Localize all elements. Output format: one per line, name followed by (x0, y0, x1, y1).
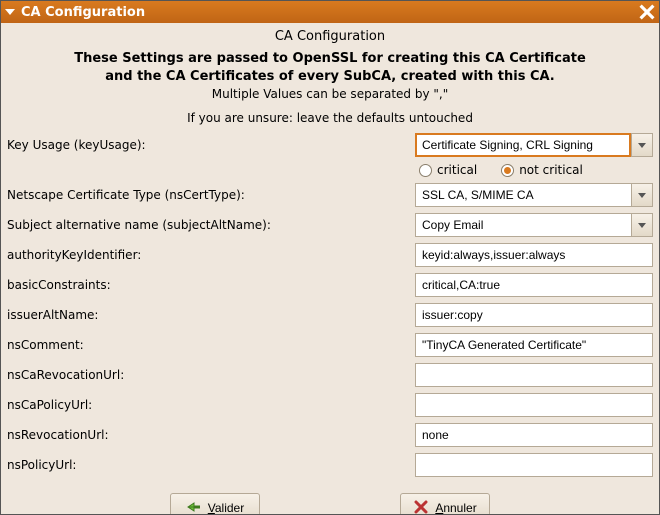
unsure-hint: If you are unsure: leave the defaults un… (7, 111, 653, 125)
label-basic-constraints: basicConstraints: (7, 278, 407, 292)
chevron-down-icon (638, 223, 646, 228)
ns-revocation-url-input[interactable] (415, 423, 653, 447)
subject-alt-name-dropdown-button[interactable] (631, 213, 653, 237)
window-menu-icon[interactable] (5, 9, 15, 15)
ns-cert-type-input[interactable] (415, 183, 631, 207)
dialog-content: CA Configuration These Settings are pass… (1, 23, 659, 514)
apply-icon (186, 499, 202, 514)
subject-alt-name-input[interactable] (415, 213, 631, 237)
issuer-alt-name-input[interactable] (415, 303, 653, 327)
label-ns-ca-revocation-url: nsCaRevocationUrl: (7, 368, 407, 382)
label-ns-revocation-url: nsRevocationUrl: (7, 428, 407, 442)
label-ns-cert-type: Netscape Certificate Type (nsCertType): (7, 188, 407, 202)
intro-sub: Multiple Values can be separated by "," (7, 87, 653, 101)
ns-comment-input[interactable] (415, 333, 653, 357)
ns-ca-policy-url-input[interactable] (415, 393, 653, 417)
label-ns-ca-policy-url: nsCaPolicyUrl: (7, 398, 407, 412)
window-title: CA Configuration (21, 5, 639, 20)
button-bar: Valider Annuler (7, 489, 653, 514)
basic-constraints-input[interactable] (415, 273, 653, 297)
radio-critical-label: critical (437, 163, 477, 177)
subject-alt-name-combo[interactable] (415, 213, 653, 237)
cancel-icon (413, 499, 429, 514)
cancel-label: Annuler (435, 501, 476, 514)
label-ns-comment: nsComment: (7, 338, 407, 352)
radio-critical[interactable]: critical (419, 163, 477, 177)
chevron-down-icon (638, 143, 646, 148)
ca-config-window: CA Configuration CA Configuration These … (0, 0, 660, 515)
radio-not-critical-label: not critical (519, 163, 583, 177)
radio-not-critical[interactable]: not critical (501, 163, 583, 177)
key-usage-input[interactable] (415, 133, 631, 157)
intro-line-2: and the CA Certificates of every SubCA, … (105, 69, 555, 84)
radio-icon (419, 164, 432, 177)
key-usage-combo[interactable] (415, 133, 653, 157)
close-icon[interactable] (639, 4, 655, 20)
label-ns-policy-url: nsPolicyUrl: (7, 458, 407, 472)
ns-policy-url-input[interactable] (415, 453, 653, 477)
label-issuer-alt-name: issuerAltName: (7, 308, 407, 322)
chevron-down-icon (638, 193, 646, 198)
ns-cert-type-dropdown-button[interactable] (631, 183, 653, 207)
label-authority-key-identifier: authorityKeyIdentifier: (7, 248, 407, 262)
intro-text: These Settings are passed to OpenSSL for… (7, 50, 653, 85)
authority-key-identifier-input[interactable] (415, 243, 653, 267)
cancel-button[interactable]: Annuler (400, 493, 490, 514)
validate-button[interactable]: Valider (170, 493, 260, 514)
key-usage-dropdown-button[interactable] (631, 133, 653, 157)
validate-label: Valider (208, 501, 244, 514)
form-grid: Key Usage (keyUsage): critical not criti… (7, 133, 653, 477)
ns-ca-revocation-url-input[interactable] (415, 363, 653, 387)
label-key-usage: Key Usage (keyUsage): (7, 138, 407, 152)
titlebar[interactable]: CA Configuration (1, 1, 659, 23)
dialog-heading: CA Configuration (7, 29, 653, 44)
key-usage-critical-group: critical not critical (415, 163, 653, 177)
radio-icon (501, 164, 514, 177)
ns-cert-type-combo[interactable] (415, 183, 653, 207)
intro-line-1: These Settings are passed to OpenSSL for… (74, 51, 586, 66)
label-subject-alt-name: Subject alternative name (subjectAltName… (7, 218, 407, 232)
